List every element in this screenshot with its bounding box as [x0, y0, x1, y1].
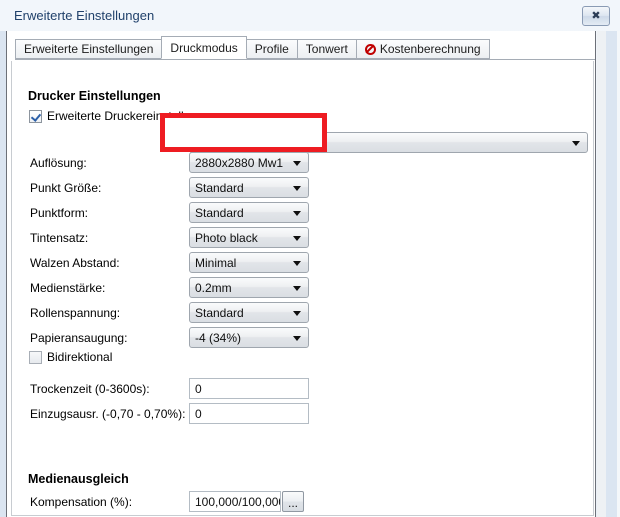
dialog-window: Erweiterte Einstellungen ✖ Erweiterte Ei…: [0, 0, 620, 517]
checkbox-label: Bidirektional: [47, 350, 112, 364]
label-tintensatz: Tintensatz:: [30, 231, 88, 245]
printer-settings-heading: Drucker Einstellungen: [28, 89, 161, 103]
input-einzugsausrichtung[interactable]: 0: [189, 403, 309, 424]
tab-tonwert[interactable]: Tonwert: [297, 39, 357, 59]
kompensation-browse-button[interactable]: ...: [282, 491, 304, 512]
chevron-down-icon: [293, 286, 301, 291]
combo-punktform[interactable]: Standard: [189, 202, 309, 223]
tab-erweiterte-einstellungen[interactable]: Erweiterte Einstellungen: [15, 39, 162, 59]
tab-label: Druckmodus: [170, 41, 237, 55]
combo-value: Standard: [195, 181, 244, 195]
label-medienstaerke: Medienstärke:: [30, 281, 105, 295]
right-gutter-inner: [597, 31, 606, 517]
label-punkt-groesse: Punkt Größe:: [30, 181, 101, 195]
window-title: Erweiterte Einstellungen: [14, 8, 154, 23]
tab-profile[interactable]: Profile: [246, 39, 298, 59]
input-kompensation[interactable]: 100,000/100,000: [189, 491, 281, 512]
chevron-down-icon: [293, 336, 301, 341]
chevron-down-icon: [293, 236, 301, 241]
title-bar: Erweiterte Einstellungen ✖: [0, 0, 620, 31]
combo-value: Minimal: [195, 256, 236, 270]
right-gutter-outer: [606, 31, 617, 517]
label-rollenspannung: Rollenspannung:: [30, 306, 120, 320]
label-walzen-abstand: Walzen Abstand:: [30, 256, 120, 270]
label-aufloesung: Auflösung:: [30, 156, 87, 170]
combo-value: 0.2mm: [195, 281, 232, 295]
combo-aufloesung[interactable]: 2880x2880 Mw1: [189, 152, 309, 173]
combo-value: Standard: [195, 206, 244, 220]
annotation-backdrop: [165, 118, 322, 147]
chevron-down-icon: [293, 311, 301, 316]
tab-kostenberechnung[interactable]: Kostenberechnung: [356, 39, 490, 59]
no-entry-icon: [365, 44, 376, 55]
chevron-down-icon: [293, 161, 301, 166]
tab-label: Profile: [255, 42, 289, 56]
tab-label: Tonwert: [306, 42, 348, 56]
label-papieransaugung: Papieransaugung:: [30, 331, 127, 345]
tab-label: Erweiterte Einstellungen: [24, 42, 153, 56]
medienausgleich-heading: Medienausgleich: [28, 472, 129, 486]
tab-druckmodus[interactable]: Druckmodus: [161, 36, 246, 59]
combo-walzen-abstand[interactable]: Minimal: [189, 252, 309, 273]
combo-value: Photo black: [195, 231, 258, 245]
checkbox-box: [29, 110, 42, 123]
label-punktform: Punktform:: [30, 206, 88, 220]
combo-value: -4 (34%): [195, 331, 241, 345]
label-trockenzeit: Trockenzeit (0-3600s):: [30, 382, 150, 396]
checkbox-box: [29, 351, 42, 364]
combo-tintensatz[interactable]: Photo black: [189, 227, 309, 248]
tab-divider: [15, 59, 596, 60]
combo-punkt-groesse[interactable]: Standard: [189, 177, 309, 198]
combo-rollenspannung[interactable]: Standard: [189, 302, 309, 323]
chevron-down-icon: [293, 186, 301, 191]
chevron-down-icon: [293, 211, 301, 216]
input-trockenzeit[interactable]: 0: [189, 378, 309, 399]
combo-value: Standard: [195, 306, 244, 320]
close-icon[interactable]: ✖: [582, 6, 610, 26]
combo-medienstaerke[interactable]: 0.2mm: [189, 277, 309, 298]
combo-value: 2880x2880 Mw1: [195, 156, 283, 170]
tab-label: Kostenberechnung: [380, 42, 481, 56]
bidirektional-checkbox[interactable]: Bidirektional: [29, 350, 112, 364]
tab-strip: Erweiterte Einstellungen Druckmodus Prof…: [15, 37, 489, 59]
dialog-client-area: Erweiterte Einstellungen Druckmodus Prof…: [6, 31, 596, 517]
label-einzugsausrichtung: Einzugsausr. (-0,70 - 0,70%):: [30, 407, 185, 421]
combo-papieransaugung[interactable]: -4 (34%): [189, 327, 309, 348]
label-kompensation: Kompensation (%):: [30, 495, 132, 509]
chevron-down-icon: [572, 141, 580, 146]
chevron-down-icon: [293, 261, 301, 266]
